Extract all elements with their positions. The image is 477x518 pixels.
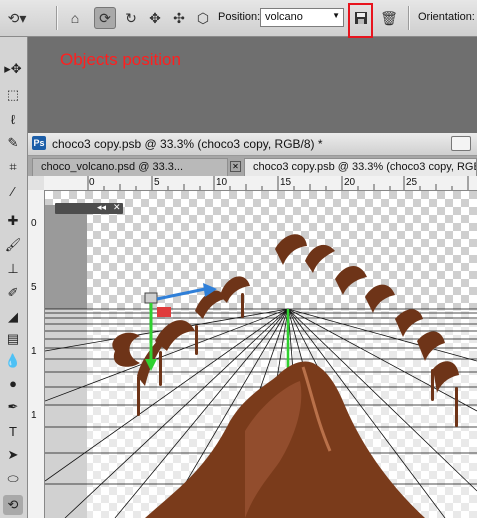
brush-tool-icon[interactable]: 🖌: [3, 235, 23, 255]
ruler-tick-label: 0: [31, 218, 37, 229]
z-axis-handle: [157, 307, 171, 317]
vertical-ruler[interactable]: 0 5 1 1: [28, 190, 45, 518]
horizontal-ruler[interactable]: 0 5 10 15 20 25: [44, 176, 477, 191]
3d-object-tool-icon[interactable]: ⟲: [3, 495, 23, 515]
document-titlebar: Ps choco3 copy.psb @ 33.3% (choco3 copy,…: [28, 133, 477, 156]
ruler-tick-label: 5: [31, 282, 37, 293]
healing-brush-icon[interactable]: ✚: [3, 211, 23, 231]
document-tabs: choco_volcano.psd @ 33.3... ✕ choco3 cop…: [28, 156, 477, 176]
photoshop-logo-icon: Ps: [32, 136, 46, 150]
eyedropper-icon[interactable]: ⁄: [3, 181, 23, 201]
return-to-initial-icon[interactable]: ⌂: [64, 7, 86, 29]
close-icon[interactable]: ✕: [230, 161, 241, 172]
quick-select-icon[interactable]: ✎: [3, 133, 23, 153]
marquee-tool-icon[interactable]: ⬚: [3, 85, 23, 105]
ruler-ticks: [87, 176, 469, 190]
crop-tool-icon[interactable]: ⌗: [3, 157, 23, 177]
blur-tool-icon[interactable]: 💧: [3, 351, 23, 371]
clone-stamp-icon[interactable]: ⊥: [3, 259, 23, 279]
chevron-down-icon: ▼: [332, 11, 340, 20]
shape-tool-icon[interactable]: ⬭: [3, 469, 23, 489]
rotate-3d-icon[interactable]: ⟳: [94, 7, 116, 29]
type-tool-icon[interactable]: T: [3, 421, 23, 441]
options-bar: ⟲▾ ⌂ ⟳ ↻ ✥ ✣ ⬡ Position: volcano ▼ 🗑 Ori…: [0, 0, 477, 38]
minimize-button[interactable]: [451, 136, 471, 151]
move-tool-icon[interactable]: ▸✥: [3, 59, 23, 79]
dodge-tool-icon[interactable]: ●: [3, 373, 23, 393]
document-canvas[interactable]: ◂◂ ✕: [45, 191, 477, 518]
position-label: Position:: [218, 11, 261, 23]
ruler-tick-label: 1: [31, 410, 37, 421]
tab-label: choco_volcano.psd @ 33.3...: [41, 161, 184, 173]
eraser-tool-icon[interactable]: ◢: [3, 307, 23, 327]
3d-tool-icon[interactable]: ⟲▾: [6, 7, 28, 29]
ruler-corner: [28, 176, 45, 191]
x-axis-arrow: [156, 287, 206, 301]
lasso-tool-icon[interactable]: ℓ: [3, 109, 23, 129]
divider: [56, 6, 57, 30]
history-brush-icon[interactable]: ✐: [3, 283, 23, 303]
ruler-tick-label: 1: [31, 346, 37, 357]
gradient-tool-icon[interactable]: ▤: [3, 329, 23, 349]
document-title: choco3 copy.psb @ 33.3% (choco3 copy, RG…: [52, 137, 323, 151]
position-select[interactable]: volcano ▼: [260, 8, 344, 27]
delete-position-icon[interactable]: 🗑: [378, 7, 400, 29]
axis-origin-box: [144, 292, 158, 304]
pen-tool-icon[interactable]: ✒: [3, 397, 23, 417]
annotation-text: Objects position: [60, 50, 181, 69]
scene-3d: [45, 234, 477, 518]
scale-3d-icon[interactable]: ⬡: [192, 7, 214, 29]
tab-choco3-copy[interactable]: choco3 copy.psb @ 33.3% (choco3 copy, RG…: [244, 158, 477, 176]
divider: [408, 6, 409, 30]
roll-3d-icon[interactable]: ↻: [120, 7, 142, 29]
position-value: volcano: [265, 11, 303, 23]
path-select-icon[interactable]: ➤: [3, 445, 23, 465]
tools-panel: ▸✥ ⬚ ℓ ✎ ⌗ ⁄ ✚ 🖌 ⊥ ✐ ◢ ▤ 💧 ● ✒ T ➤ ⬭ ⟲: [0, 37, 28, 518]
save-highlight-box: [348, 3, 373, 38]
orientation-label: Orientation:: [418, 11, 475, 23]
slide-3d-icon[interactable]: ✣: [168, 7, 190, 29]
tab-label: choco3 copy.psb @ 33.3% (choco3 copy, RG…: [253, 161, 477, 173]
pan-3d-icon[interactable]: ✥: [144, 7, 166, 29]
tab-choco-volcano[interactable]: choco_volcano.psd @ 33.3...: [32, 158, 228, 176]
